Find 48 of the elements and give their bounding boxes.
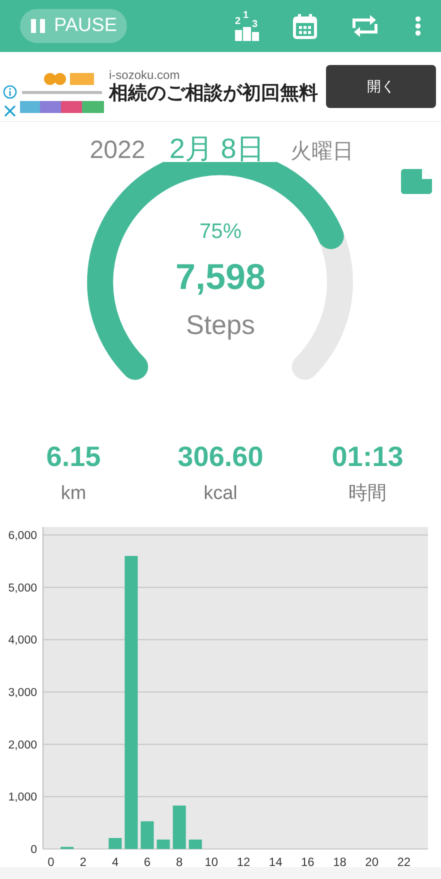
bar <box>188 840 202 849</box>
x-tick-label: 4 <box>112 855 119 867</box>
stat-value: 6.15 <box>46 440 101 474</box>
ranking-button[interactable]: 2 1 3 <box>234 11 260 41</box>
y-tick-label: 6,000 <box>8 530 37 542</box>
stat-value: 01:13 <box>332 440 404 474</box>
date-label: 2月 8日 <box>169 132 264 166</box>
close-icon[interactable] <box>4 105 16 117</box>
percent-label: 75% <box>198 219 243 245</box>
x-tick-label: 2 <box>80 855 86 867</box>
stat-unit: km <box>60 482 86 506</box>
y-tick-label: 2,000 <box>8 739 37 752</box>
x-tick-label: 14 <box>268 855 282 867</box>
step-count: 7,598 <box>174 255 267 299</box>
weekday-label: 火曜日 <box>290 139 354 165</box>
x-tick-label: 10 <box>204 855 218 867</box>
year-label: 2022 <box>90 135 146 166</box>
y-tick-label: 0 <box>30 844 37 856</box>
y-tick-label: 4,000 <box>8 634 37 647</box>
x-tick-label: 8 <box>176 855 183 867</box>
info-icon[interactable] <box>3 85 17 99</box>
bar <box>156 840 170 849</box>
pause-icon <box>30 18 46 34</box>
open-button[interactable]: 開く <box>326 65 436 108</box>
stat-unit: kcal <box>204 482 238 506</box>
repeat-icon[interactable] <box>351 15 379 37</box>
x-tick-label: 6 <box>144 855 151 867</box>
stat-unit: 時間 <box>348 482 386 506</box>
x-tick-label: 18 <box>333 855 346 867</box>
stat-value: 306.60 <box>178 440 264 474</box>
more-icon[interactable] <box>415 16 421 36</box>
note-icon[interactable] <box>401 169 432 194</box>
y-tick-label: 5,000 <box>8 582 37 594</box>
bar <box>172 806 186 849</box>
ad-domain: i-sozoku.com <box>109 68 181 83</box>
x-tick-label: 22 <box>397 855 411 867</box>
pause-button[interactable]: PAUSE <box>20 9 128 43</box>
ad-headline: 相続のご相談が初回無料 <box>109 83 319 105</box>
y-tick-label: 1,000 <box>8 792 37 804</box>
bar <box>108 838 122 849</box>
x-tick-label: 0 <box>48 855 54 867</box>
calendar-icon[interactable] <box>293 14 317 38</box>
bar <box>60 846 74 849</box>
steps-label: Steps <box>184 309 256 342</box>
x-tick-label: 20 <box>365 855 379 867</box>
y-tick-label: 3,000 <box>8 687 37 699</box>
x-tick-label: 12 <box>236 855 250 867</box>
x-tick-label: 16 <box>301 855 314 867</box>
